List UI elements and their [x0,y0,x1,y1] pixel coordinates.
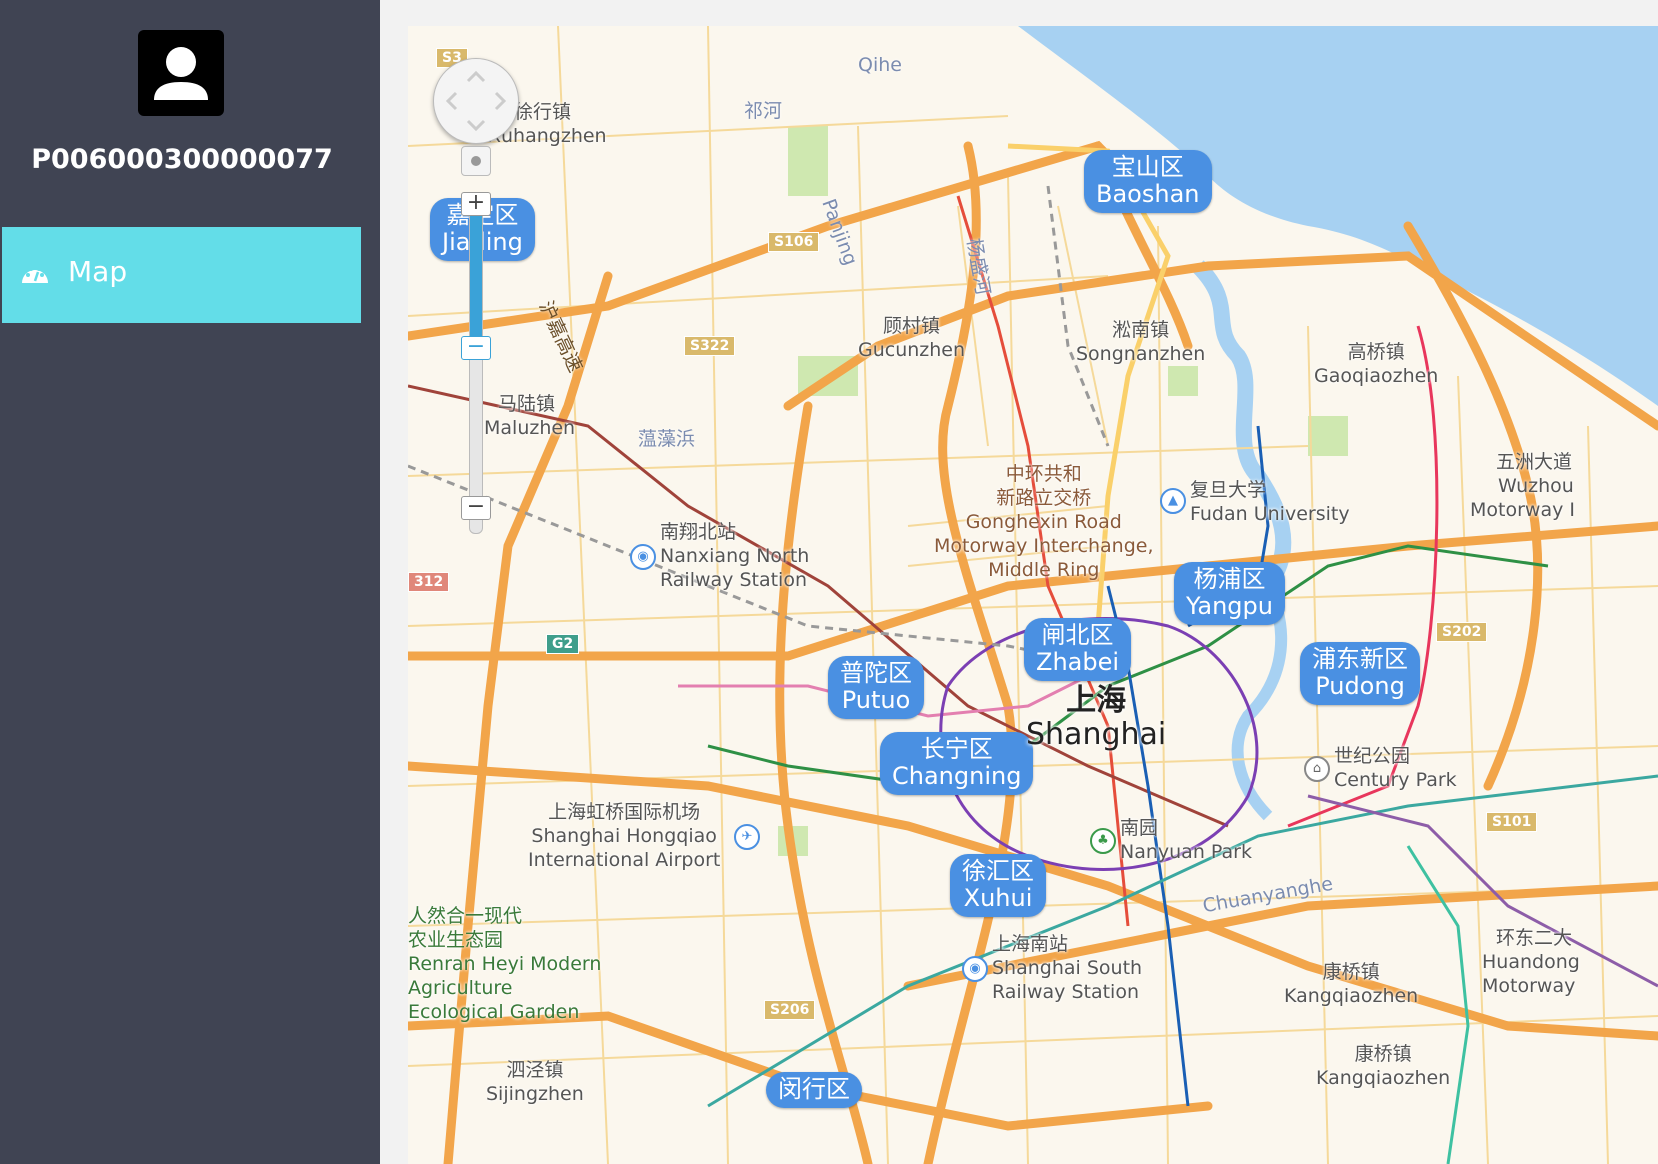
airport-icon[interactable]: ✈ [734,824,760,850]
place-label-songnanzhen: 淞南镇 Songnanzhen [1076,319,1206,365]
museum-icon[interactable]: ⌂ [1304,756,1330,782]
place-label-renran: 人然合一现代 农业生态园 Renran Heyi Modern Agricultur… [408,905,602,1023]
district-label-changning[interactable]: 长宁区 Changning [880,732,1034,795]
place-label-maluzhen: 马陆镇 Maluzhen [484,393,576,439]
user-id: P006000300000077 [31,144,333,175]
person-icon [154,47,208,100]
university-icon[interactable]: ▲ [1160,488,1186,514]
road-shield-312: 312 [408,572,450,592]
dashboard-gauge-icon [22,267,48,283]
road-shield-s101: S101 [1486,812,1538,832]
place-label-nanxiang: 南翔北站 Nanxiang North Railway Station [660,521,810,591]
sidebar-item-map[interactable]: Map [2,227,361,323]
zoom-slider-handle[interactable]: − [461,336,491,360]
place-label-shanghai-south: 上海南站 Shanghai South Railway Station [992,933,1143,1003]
place-label-nanyuan: 南园 Nanyuan Park [1120,817,1252,863]
place-label-century-park: 世纪公园 Century Park [1334,745,1457,791]
avatar[interactable] [138,30,224,116]
district-label-xuhui[interactable]: 徐汇区 Xuhui [950,854,1046,917]
place-label-wuzhou: 五洲大道 Wuzhou Motorway I [1470,451,1575,521]
place-label-huandong: 环东二大 Huandong Motorway [1482,927,1580,997]
zoom-slider[interactable] [469,192,483,534]
district-label-zhabei[interactable]: 闸北区 Zhabei [1024,618,1132,681]
pan-control[interactable] [433,58,519,144]
road-shield-g2: G2 [546,634,580,654]
park-icon[interactable]: ♣ [1090,828,1116,854]
road-label-qihe: Qihe [858,54,902,76]
road-shield-s202: S202 [1436,622,1488,642]
place-label-gucunzhen: 顾村镇 Gucunzhen [858,315,966,361]
place-label-gonghexin: 中环共和 新路立交桥 Gonghexin Road Motorway Interch… [934,463,1154,581]
place-label-sijing: 泗泾镇 Sijingzhen [486,1059,584,1105]
place-label-hongqiao: 上海虹桥国际机场 Shanghai Hongqiao International A… [528,801,721,871]
city-label-shanghai: 上海 Shanghai [1026,683,1167,752]
zoom-out-button[interactable]: − [461,496,491,520]
road-label-yunzao: 蕰藻浜 [638,428,696,450]
road-shield-s322: S322 [684,336,736,356]
district-label-putuo[interactable]: 普陀区 Putuo [828,656,924,719]
district-label-yangpu[interactable]: 杨浦区 Yangpu [1174,562,1285,625]
place-label-fudan: 复旦大学 Fudan University [1190,479,1350,525]
sidebar: P006000300000077 Map [0,0,380,1164]
place-label-kangqiao-1: 康桥镇 Kangqiaozhen [1284,961,1419,1007]
train-station-icon[interactable]: ◉ [630,544,656,570]
road-label-qihe-cn: 祁河 [744,100,783,122]
train-station-icon-south[interactable]: ◉ [962,956,988,982]
pan-center-button[interactable] [461,146,491,176]
pan-control-icon [445,70,507,132]
zoom-in-button[interactable]: + [461,192,491,216]
sidebar-item-label: Map [68,255,128,288]
district-label-baoshan[interactable]: 宝山区 Baoshan [1084,150,1212,213]
place-label-kangqiao-2: 康桥镇 Kangqiaozhen [1316,1043,1451,1089]
zoom-slider-fill [470,207,482,337]
district-label-pudong[interactable]: 浦东新区 Pudong [1300,642,1420,705]
road-shield-s206: S206 [764,1000,816,1020]
road-shield-s106: S106 [768,232,820,252]
place-label-gaoqiaozhen: 高桥镇 Gaoqiaozhen [1314,341,1439,387]
map-view[interactable]: S106 S322 G2 S202 S101 S206 312 S3 Qihe … [408,26,1658,1164]
district-label-minhang[interactable]: 闵行区 [766,1072,862,1108]
